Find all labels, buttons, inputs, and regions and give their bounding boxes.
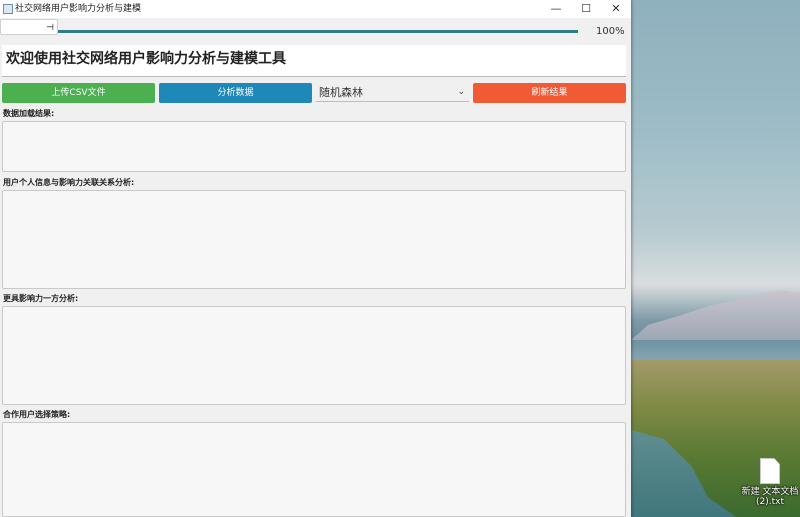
- close-button[interactable]: ✕: [601, 0, 631, 18]
- progress-handle[interactable]: ⊣: [0, 19, 58, 35]
- partner-selection-textarea[interactable]: [2, 422, 626, 517]
- minimize-button[interactable]: —: [541, 0, 571, 18]
- influential-party-label: 更具影响力一方分析:: [3, 294, 79, 303]
- title-bar: 社交网络用户影响力分析与建模 — ☐ ✕: [0, 0, 631, 18]
- user-info-influence-label: 用户个人信息与影响力关联关系分析:: [3, 178, 135, 187]
- progress-bar-fill: [2, 30, 578, 33]
- chevron-down-icon: ⌄: [457, 87, 465, 97]
- window-title: 社交网络用户影响力分析与建模: [15, 4, 142, 14]
- progress-percent-label: 100%: [596, 26, 625, 37]
- upload-csv-button[interactable]: 上传CSV文件: [2, 83, 155, 103]
- data-load-result-textarea[interactable]: [2, 121, 626, 172]
- wallpaper-mountain: [631, 290, 800, 340]
- user-info-influence-textarea[interactable]: [2, 190, 626, 289]
- app-icon: [3, 4, 13, 14]
- progress-area: [0, 18, 631, 44]
- desktop-wallpaper: [631, 0, 800, 517]
- data-load-result-label: 数据加载结果:: [3, 109, 55, 118]
- maximize-button[interactable]: ☐: [571, 0, 601, 18]
- desktop-file-shortcut[interactable]: 新建 文本文档 (2).txt: [740, 458, 800, 507]
- refresh-results-button[interactable]: 刷新结果: [473, 83, 626, 103]
- wallpaper-lake: [631, 340, 800, 362]
- text-file-icon: [760, 458, 780, 484]
- analyze-data-button[interactable]: 分析数据: [159, 83, 312, 103]
- app-window: 社交网络用户影响力分析与建模 — ☐ ✕ ⊣ 100% 欢迎使用社交网络用户影响…: [0, 0, 631, 517]
- influential-party-textarea[interactable]: [2, 306, 626, 405]
- welcome-text: 欢迎使用社交网络用户影响力分析与建模工具: [6, 51, 286, 67]
- model-select-dropdown[interactable]: 随机森林 ⌄: [316, 84, 469, 102]
- welcome-banner: 欢迎使用社交网络用户影响力分析与建模工具: [2, 45, 626, 77]
- progress-bar: [2, 30, 578, 33]
- desktop-file-name: 新建 文本文档 (2).txt: [741, 487, 799, 507]
- model-select-value: 随机森林: [319, 86, 363, 99]
- partner-selection-label: 合作用户选择策略:: [3, 410, 71, 419]
